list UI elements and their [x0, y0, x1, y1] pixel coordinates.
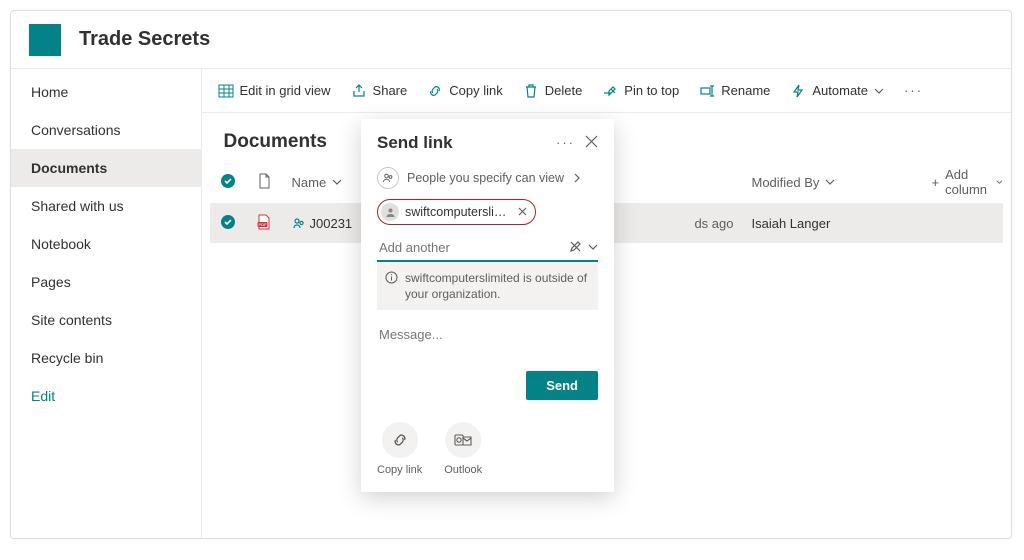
cmd-edit-grid-label: Edit in grid view — [240, 83, 331, 98]
link-scope-text: People you specify can view — [407, 171, 564, 185]
dialog-copy-link-label: Copy link — [377, 464, 422, 476]
cmd-pin-label: Pin to top — [624, 83, 679, 98]
col-add-column[interactable]: + Add column — [932, 167, 1004, 197]
nav-recycle-bin[interactable]: Recycle bin — [11, 339, 201, 377]
add-recipient-input[interactable] — [377, 239, 569, 256]
close-icon — [518, 207, 527, 216]
link-scope-button[interactable]: People you specify can view — [377, 167, 598, 189]
col-modified-by[interactable]: Modified By — [752, 175, 932, 190]
dialog-more[interactable]: ··· — [556, 135, 575, 151]
cmd-more[interactable]: ··· — [904, 83, 923, 98]
row-selected-icon[interactable] — [220, 214, 236, 230]
link-icon — [427, 83, 443, 99]
cmd-automate[interactable]: Automate — [790, 83, 884, 99]
chevron-down-icon — [588, 242, 598, 252]
file-type-icon — [256, 173, 272, 189]
cmd-delete[interactable]: Delete — [523, 83, 583, 99]
cmd-edit-grid[interactable]: Edit in grid view — [218, 83, 331, 99]
dialog-title: Send link — [377, 133, 453, 153]
row-modified-by: Isaiah Langer — [752, 216, 932, 231]
svg-text:PDF: PDF — [258, 222, 267, 227]
nav-conversations[interactable]: Conversations — [11, 111, 201, 149]
flow-icon — [790, 83, 806, 99]
row-name: J00231 — [310, 216, 353, 231]
avatar-icon — [381, 203, 399, 221]
share-icon — [351, 83, 367, 99]
cmd-share[interactable]: Share — [351, 83, 408, 99]
info-icon — [385, 271, 398, 284]
recipient-chip-label: swiftcomputerslimi… — [405, 205, 510, 219]
cmd-copy-link[interactable]: Copy link — [427, 83, 502, 99]
permissions-chevron[interactable] — [588, 240, 598, 256]
dialog-copy-link[interactable]: Copy link — [377, 422, 422, 476]
rename-icon — [699, 83, 715, 99]
select-all-icon[interactable] — [220, 173, 236, 189]
command-bar: Edit in grid view Share Copy link Delete… — [202, 69, 1012, 113]
pdf-icon: PDF — [256, 214, 272, 230]
nav-edit[interactable]: Edit — [11, 377, 201, 415]
nav-documents[interactable]: Documents — [11, 149, 201, 187]
message-input[interactable] — [377, 326, 598, 343]
cmd-delete-label: Delete — [545, 83, 583, 98]
people-icon — [377, 167, 399, 189]
dialog-outlook[interactable]: Outlook — [444, 422, 482, 476]
shared-icon — [292, 216, 306, 230]
send-link-dialog: Send link ··· People you specify can vie… — [361, 119, 614, 492]
cmd-pin[interactable]: Pin to top — [602, 83, 679, 99]
nav-shared-with-us[interactable]: Shared with us — [11, 187, 201, 225]
chevron-down-icon — [825, 177, 835, 187]
left-nav: Home Conversations Documents Shared with… — [11, 69, 202, 538]
trash-icon — [523, 83, 539, 99]
outlook-icon — [454, 431, 472, 449]
col-modified-by-label: Modified By — [752, 175, 820, 190]
cmd-copy-link-label: Copy link — [449, 83, 502, 98]
cmd-rename[interactable]: Rename — [699, 83, 770, 99]
nav-pages[interactable]: Pages — [11, 263, 201, 301]
pin-icon — [602, 83, 618, 99]
col-add-column-label: Add column — [945, 167, 990, 197]
link-icon — [391, 431, 409, 449]
site-title: Trade Secrets — [79, 28, 210, 51]
external-warning-text: swiftcomputerslimited is outside of your… — [405, 271, 587, 301]
chevron-right-icon — [572, 173, 582, 183]
col-name-label: Name — [292, 175, 327, 190]
external-warning: swiftcomputerslimited is outside of your… — [377, 262, 598, 310]
cmd-rename-label: Rename — [721, 83, 770, 98]
chevron-down-icon — [874, 86, 884, 96]
site-logo[interactable] — [29, 24, 61, 56]
nav-home[interactable]: Home — [11, 73, 201, 111]
close-icon — [585, 135, 598, 148]
recipient-chip-remove[interactable] — [516, 205, 529, 219]
nav-site-contents[interactable]: Site contents — [11, 301, 201, 339]
row-modified: ds ago — [592, 216, 752, 231]
grid-icon — [218, 83, 234, 99]
nav-notebook[interactable]: Notebook — [11, 225, 201, 263]
edit-permissions-icon[interactable] — [569, 240, 582, 256]
chevron-down-icon — [332, 177, 342, 187]
send-button[interactable]: Send — [526, 371, 598, 400]
cmd-share-label: Share — [373, 83, 408, 98]
dialog-outlook-label: Outlook — [444, 464, 482, 476]
recipient-chip[interactable]: swiftcomputerslimi… — [377, 199, 536, 225]
cmd-automate-label: Automate — [812, 83, 868, 98]
chevron-down-icon — [996, 177, 1003, 187]
dialog-close[interactable] — [585, 135, 598, 151]
